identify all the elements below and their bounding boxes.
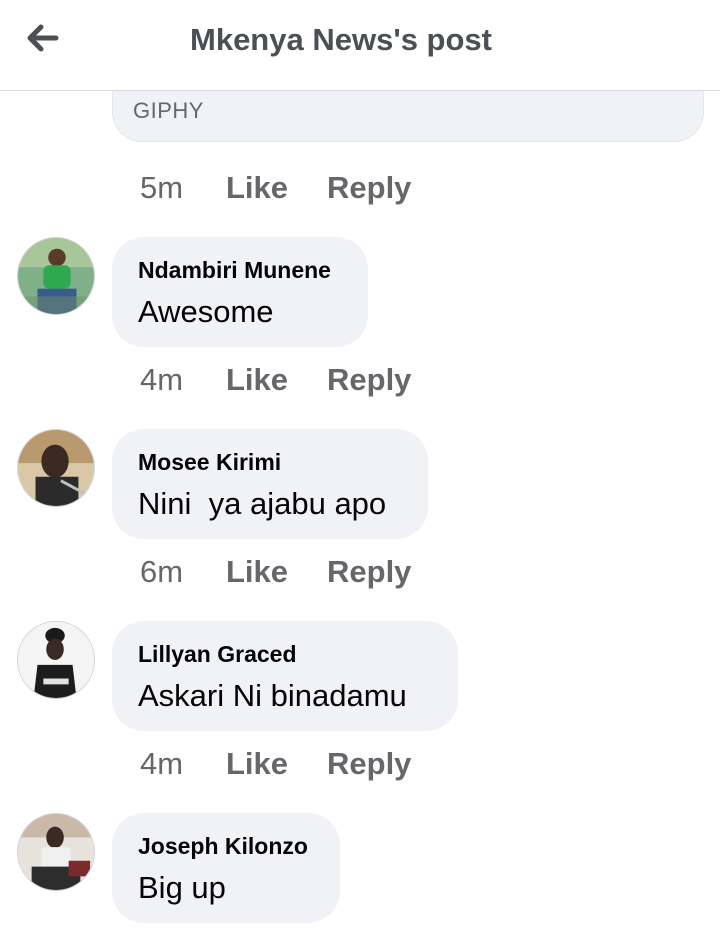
- page-title: Mkenya News's post: [190, 22, 492, 57]
- comment: Ndambiri Munene Awesome: [0, 237, 720, 352]
- user-photo: [18, 814, 94, 890]
- comment-author[interactable]: Ndambiri Munene: [138, 257, 340, 284]
- user-photo: [18, 238, 94, 314]
- like-button[interactable]: Like: [226, 746, 288, 782]
- comment-author[interactable]: Joseph Kilonzo: [138, 833, 312, 860]
- comment-time: 4m: [140, 362, 184, 397]
- like-button[interactable]: Like: [226, 362, 288, 398]
- like-button[interactable]: Like: [226, 554, 288, 590]
- reply-button[interactable]: Reply: [327, 746, 411, 782]
- comment: Joseph Kilonzo Big up: [0, 813, 720, 928]
- comment-text: Askari Ni binadamu: [138, 678, 407, 713]
- reply-button[interactable]: Reply: [327, 554, 411, 590]
- comment-bubble[interactable]: Joseph Kilonzo Big up: [112, 813, 340, 923]
- comment-text: Big up: [138, 870, 226, 905]
- reply-button[interactable]: Reply: [327, 362, 411, 398]
- comment-bubble[interactable]: Mosee Kirimi Nini ya ajabu apo: [112, 429, 428, 539]
- comment-author[interactable]: Lillyan Graced: [138, 641, 430, 668]
- avatar[interactable]: [17, 429, 95, 507]
- top-bar: Mkenya News's post: [0, 0, 720, 91]
- comment-bubble[interactable]: Lillyan Graced Askari Ni binadamu: [112, 621, 458, 731]
- arrow-left-icon: [27, 24, 59, 52]
- avatar[interactable]: [17, 621, 95, 699]
- comment-time: 6m: [140, 554, 184, 589]
- like-button[interactable]: Like: [226, 170, 288, 206]
- comment: Mosee Kirimi Nini ya ajabu apo: [0, 429, 720, 544]
- comment-author[interactable]: Mosee Kirimi: [138, 449, 400, 476]
- user-photo: [18, 622, 94, 698]
- user-photo: [18, 430, 94, 506]
- comment-bubble[interactable]: Ndambiri Munene Awesome: [112, 237, 368, 347]
- giphy-label: GIPHY: [133, 98, 204, 123]
- avatar[interactable]: [17, 237, 95, 315]
- comment: Lillyan Graced Askari Ni binadamu: [0, 621, 720, 736]
- reply-button[interactable]: Reply: [327, 170, 411, 206]
- avatar[interactable]: [17, 813, 95, 891]
- back-button[interactable]: [22, 18, 72, 58]
- comment-time: 4m: [140, 746, 184, 781]
- comment-text: Awesome: [138, 294, 274, 329]
- comment-text: Nini ya ajabu apo: [138, 486, 387, 521]
- comment-time: 5m: [140, 170, 184, 205]
